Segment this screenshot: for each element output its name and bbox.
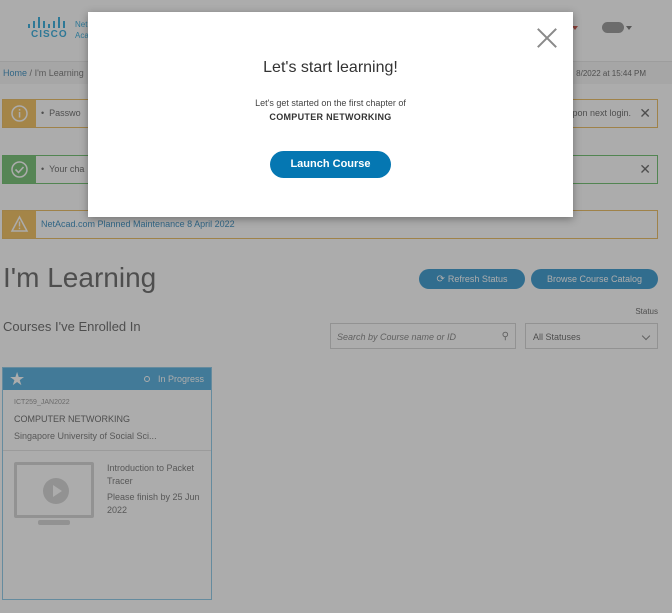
launch-course-modal: Let's start learning! Let's get started … <box>88 12 573 217</box>
modal-title: Let's start learning! <box>263 59 398 76</box>
modal-text: Let's get started on the first chapter o… <box>255 98 406 108</box>
launch-course-button[interactable]: Launch Course <box>270 151 391 178</box>
modal-course-name: COMPUTER NETWORKING <box>269 112 392 122</box>
close-icon[interactable] <box>536 27 558 49</box>
